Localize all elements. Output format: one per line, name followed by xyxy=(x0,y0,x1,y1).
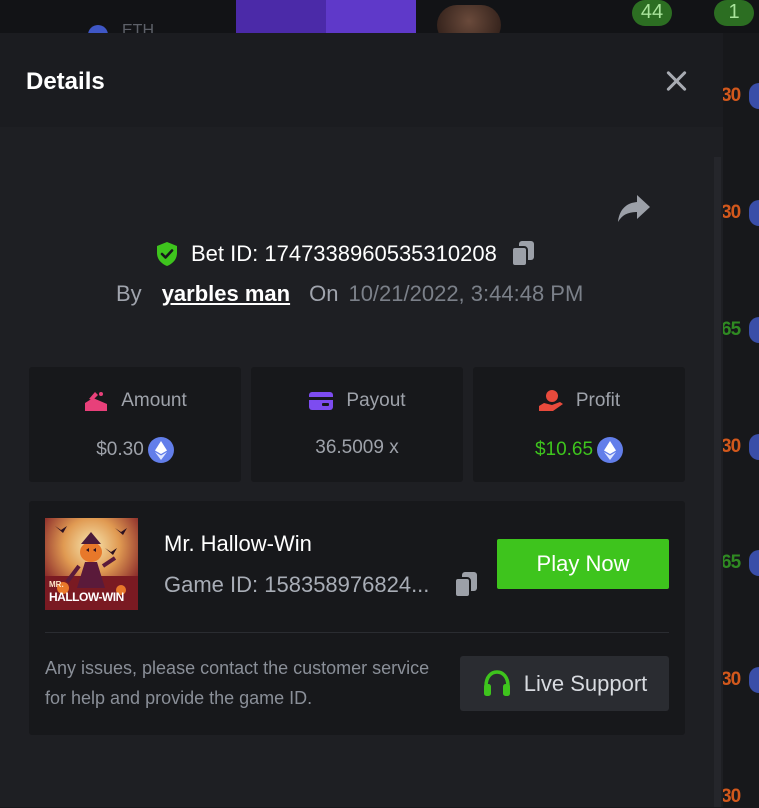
copy-icon[interactable] xyxy=(453,571,479,599)
profit-hand-icon xyxy=(538,390,563,411)
game-name[interactable]: Mr. Hallow-Win xyxy=(164,531,312,557)
bet-details-modal: Details Bet ID: 1747338960535310208 By y… xyxy=(0,33,723,807)
eth-icon xyxy=(749,667,759,693)
game-card: MR. HALLOW-WIN Mr. Hallow-Win Game ID: 1… xyxy=(29,501,685,735)
thumb-title-top: MR. xyxy=(49,580,64,589)
feed-value: 30 xyxy=(721,202,741,223)
amount-value-row: $0.30 xyxy=(29,437,241,463)
amount-value: $0.30 xyxy=(96,439,144,460)
payout-label: Payout xyxy=(346,390,406,411)
profit-label: Profit xyxy=(575,390,621,411)
eth-icon xyxy=(749,550,759,576)
copy-icon[interactable] xyxy=(510,240,536,268)
game-thumbnail[interactable]: MR. HALLOW-WIN xyxy=(45,518,138,610)
eth-icon xyxy=(749,317,759,343)
amount-label: Amount xyxy=(121,390,187,411)
bet-id: Bet ID: 1747338960535310208 xyxy=(191,241,497,266)
support-hint-text: Any issues, please contact the customer … xyxy=(45,658,430,708)
game-id: Game ID: 158358976824... xyxy=(164,572,430,597)
feed-value: 30 xyxy=(721,786,741,807)
bet-datetime: 10/21/2022, 3:44:48 PM xyxy=(348,281,584,306)
verified-shield-icon xyxy=(157,242,177,266)
scrollbar[interactable] xyxy=(714,157,721,807)
bet-id-row: Bet ID: 1747338960535310208 xyxy=(155,239,536,269)
live-support-button[interactable]: Live Support xyxy=(460,656,669,711)
profit-card: Profit $10.65 xyxy=(473,367,685,482)
on-label: On xyxy=(309,281,339,306)
amount-icon xyxy=(85,392,108,411)
feed-value: 30 xyxy=(721,85,741,106)
feed-value: 65 xyxy=(721,552,741,573)
payout-value: 36.5009 x xyxy=(315,437,399,458)
thumb-title-bottom: HALLOW-WIN xyxy=(49,590,124,604)
eth-icon xyxy=(597,437,624,463)
eth-icon xyxy=(147,437,174,463)
amount-card: Amount $0.30 xyxy=(29,367,241,482)
feed-value: 30 xyxy=(721,436,741,457)
profit-value-row: $10.65 xyxy=(473,437,685,463)
bet-meta-row: By yarbles man On 10/21/2022, 3:44:48 PM xyxy=(116,281,583,311)
modal-title: Details xyxy=(26,68,105,95)
live-support-label: Live Support xyxy=(523,670,648,696)
by-label: By xyxy=(116,281,142,306)
feed-value: 30 xyxy=(721,669,741,690)
headset-icon xyxy=(483,669,510,696)
modal-header: Details xyxy=(0,33,723,127)
eth-icon xyxy=(749,434,759,460)
username-link[interactable]: yarbles man xyxy=(162,281,290,307)
divider xyxy=(45,632,669,633)
play-now-button[interactable]: Play Now xyxy=(497,539,669,589)
close-icon[interactable] xyxy=(662,67,690,95)
wallet-button-highlight xyxy=(326,0,416,33)
profit-value: $10.65 xyxy=(534,439,594,460)
amount-header: Amount xyxy=(29,389,241,413)
feed-value: 65 xyxy=(721,319,741,340)
payout-value-row: 36.5009 x xyxy=(251,437,463,459)
profit-header: Profit xyxy=(473,389,685,413)
eth-icon xyxy=(749,200,759,226)
payout-header: Payout xyxy=(251,389,463,413)
payout-card-icon xyxy=(309,392,334,410)
notification-badge: 44 xyxy=(632,0,672,26)
share-icon[interactable] xyxy=(617,193,651,223)
notification-badge: 1 xyxy=(714,0,754,26)
eth-icon xyxy=(749,83,759,109)
payout-card: Payout 36.5009 x xyxy=(251,367,463,482)
